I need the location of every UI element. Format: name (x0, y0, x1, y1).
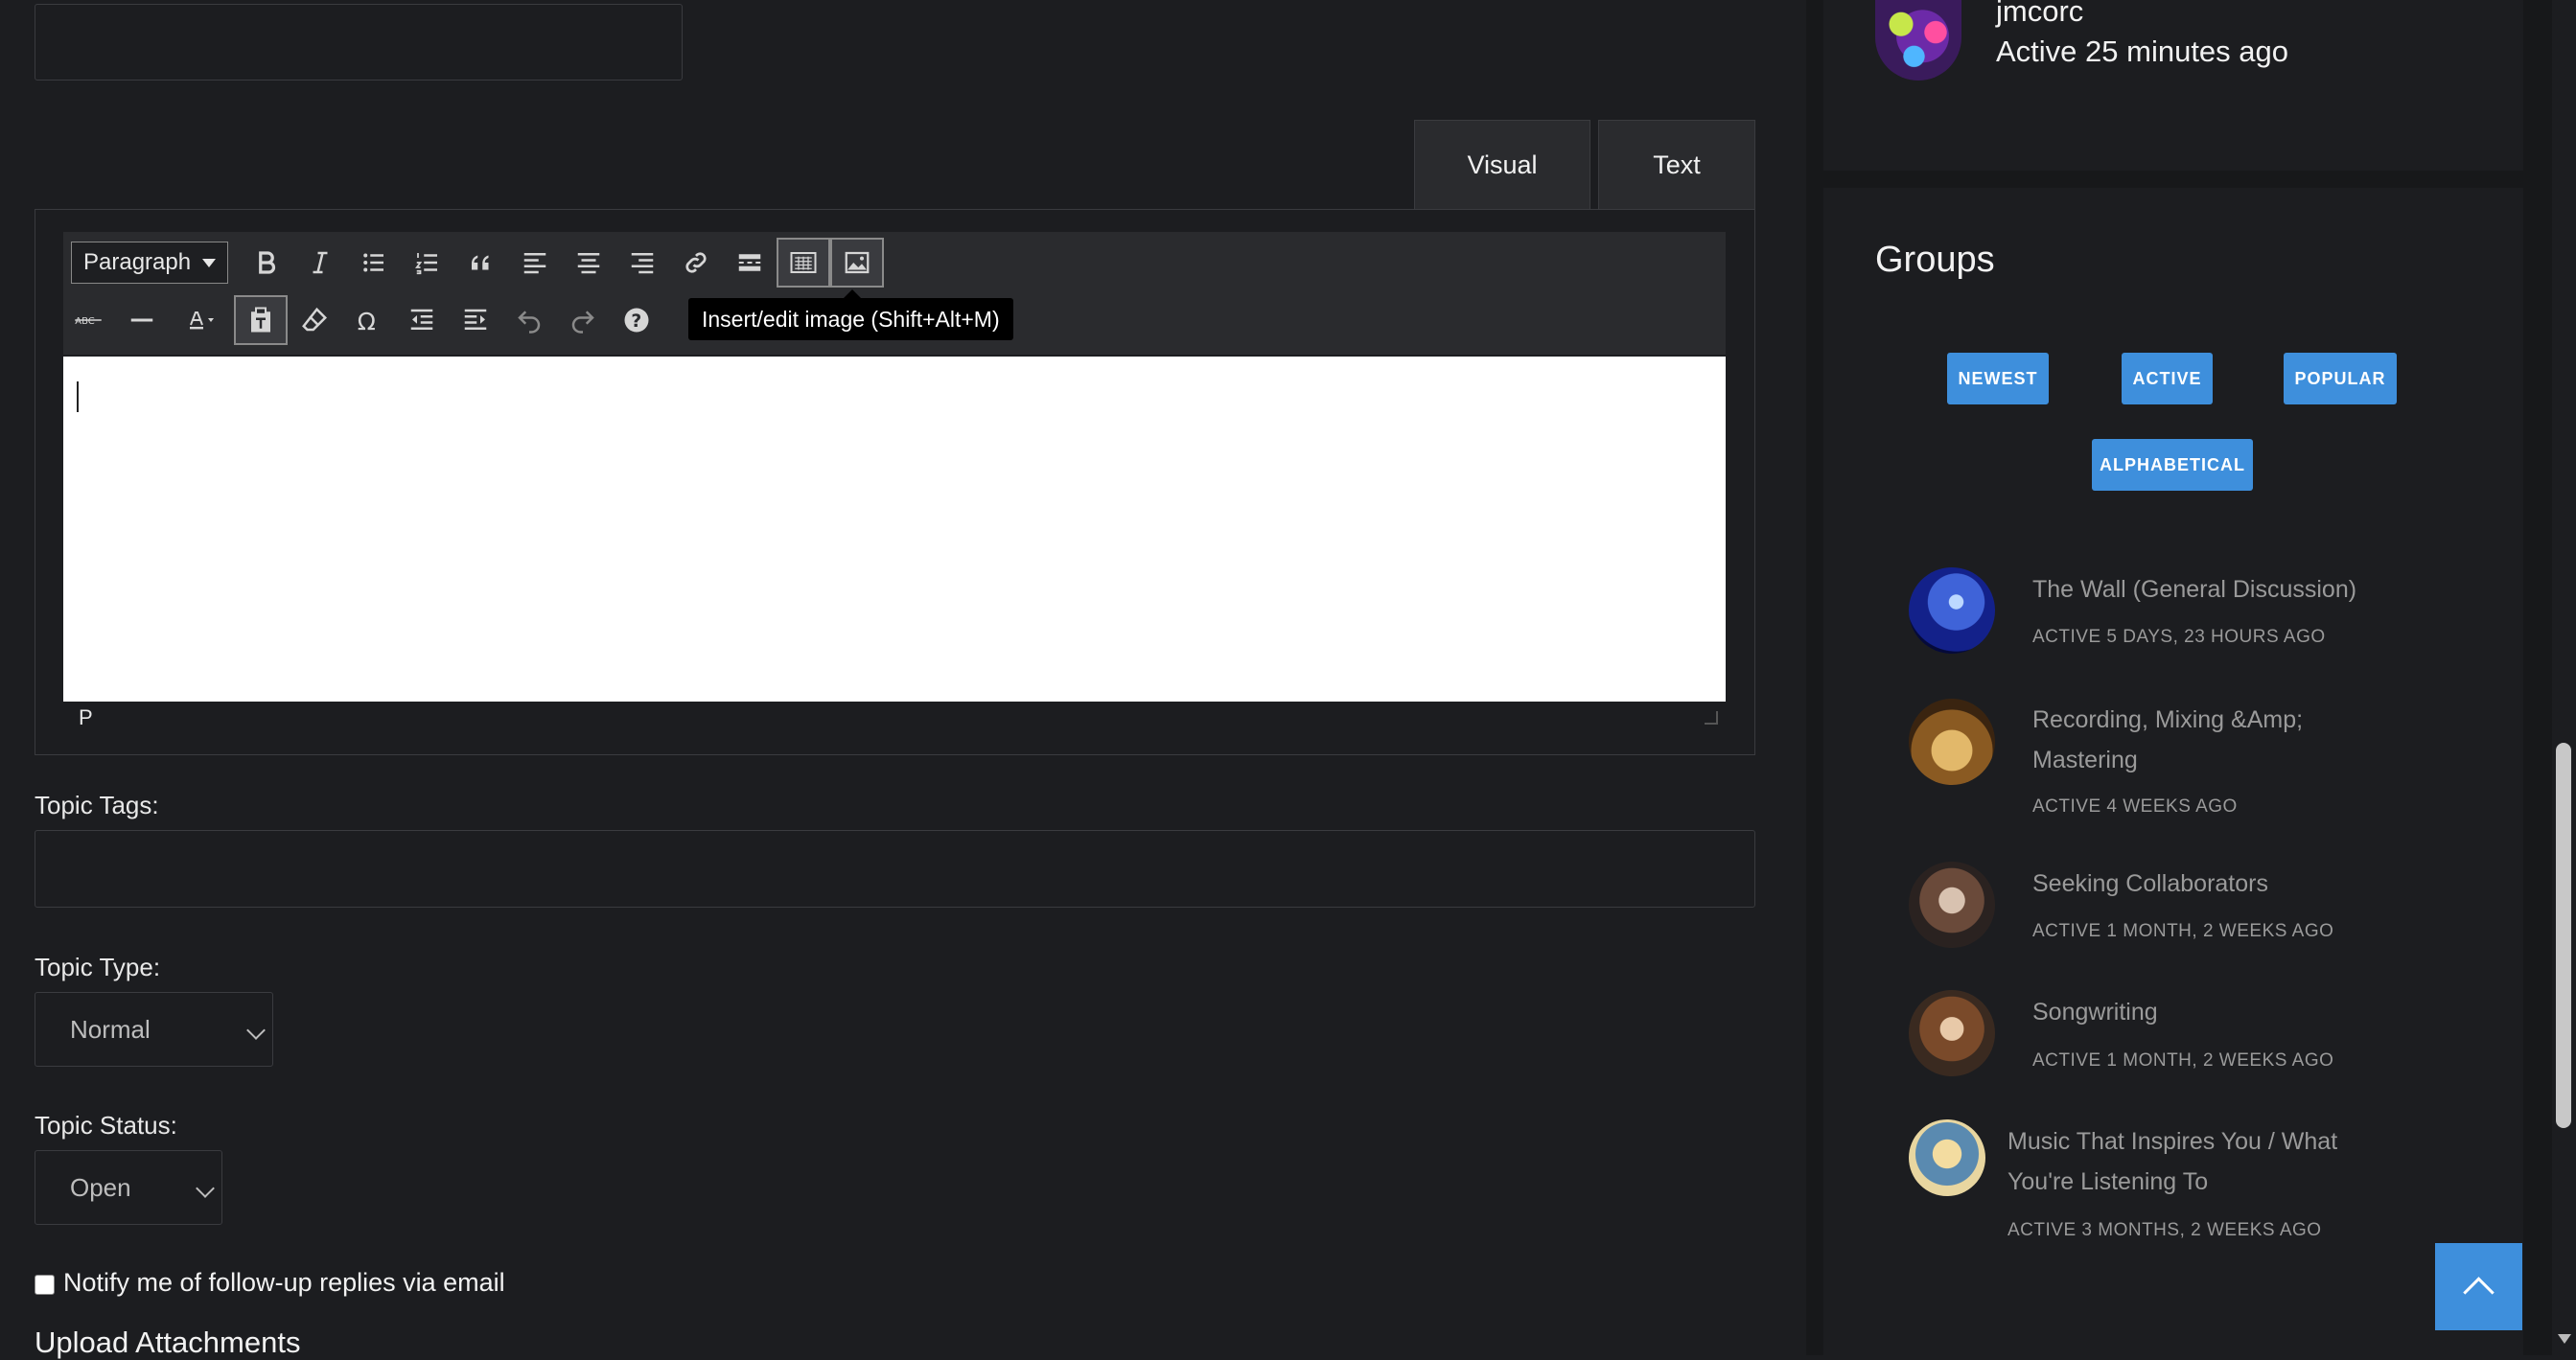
resize-handle-icon[interactable] (1705, 711, 1718, 725)
help-icon[interactable]: ? (612, 297, 661, 343)
scroll-down-arrow-icon[interactable] (2558, 1334, 2571, 1344)
blockquote-icon[interactable] (456, 240, 506, 286)
svg-text:ABC: ABC (75, 316, 95, 327)
group-activity: ACTIVE 3 MONTHS, 2 WEEKS AGO (2007, 1220, 2322, 1240)
user-active-status: Active 25 minutes ago (1996, 35, 2289, 68)
strikethrough-icon[interactable]: ABC (63, 297, 113, 343)
topic-status-value: Open (70, 1172, 131, 1202)
group-name[interactable]: Songwriting (2032, 992, 2158, 1032)
svg-text:Ω: Ω (358, 308, 376, 334)
groups-title: Groups (1875, 240, 1995, 280)
align-right-icon[interactable] (617, 240, 667, 286)
horizontal-line-icon[interactable] (117, 297, 167, 343)
chevron-down-icon (196, 1179, 215, 1198)
svg-text:?: ? (631, 311, 641, 332)
group-avatar[interactable] (1909, 1119, 1985, 1196)
topic-tags-label: Topic Tags: (35, 791, 159, 819)
group-name[interactable]: Recording, Mixing &Amp; (2032, 700, 2303, 740)
indent-icon[interactable] (451, 297, 500, 343)
editor-path: P (79, 705, 93, 729)
group-activity: ACTIVE 5 DAYS, 23 HOURS AGO (2032, 627, 2326, 647)
align-left-icon[interactable] (510, 240, 560, 286)
topic-type-label: Topic Type: (35, 953, 161, 981)
topic-type-value: Normal (70, 1014, 151, 1044)
filter-active-button[interactable]: ACTIVE (2122, 353, 2213, 404)
bullet-list-icon[interactable] (349, 240, 399, 286)
group-activity: ACTIVE 1 MONTH, 2 WEEKS AGO (2032, 921, 2334, 941)
text-color-icon[interactable] (171, 297, 232, 343)
group-avatar[interactable] (1909, 862, 1995, 948)
chevron-up-icon (2463, 1277, 2495, 1308)
filter-popular-button[interactable]: POPULAR (2284, 353, 2397, 404)
clear-formatting-icon[interactable] (290, 297, 339, 343)
tab-text[interactable]: Text (1598, 120, 1755, 210)
read-more-icon[interactable] (725, 240, 775, 286)
outdent-icon[interactable] (397, 297, 447, 343)
chevron-down-icon (202, 259, 216, 267)
topic-tags-input[interactable] (35, 830, 1755, 908)
group-avatar[interactable] (1909, 567, 1995, 654)
group-name[interactable]: The Wall (General Discussion) (2032, 569, 2356, 610)
format-select-value: Paragraph (83, 249, 192, 275)
group-name-cont[interactable]: You're Listening To (2007, 1162, 2208, 1202)
toolbar-toggle-icon[interactable] (777, 238, 830, 288)
chevron-down-icon (246, 1021, 266, 1040)
filter-newest-button[interactable]: NEWEST (1947, 353, 2049, 404)
scrollbar-thumb[interactable] (2556, 743, 2571, 1128)
group-name-cont[interactable]: Mastering (2032, 740, 2138, 780)
notify-checkbox[interactable] (35, 1275, 55, 1295)
group-name[interactable]: Seeking Collaborators (2032, 864, 2268, 904)
link-icon[interactable] (671, 240, 721, 286)
group-avatar[interactable] (1909, 990, 1995, 1076)
italic-icon[interactable] (295, 240, 345, 286)
scrollbar[interactable] (2552, 0, 2576, 1355)
image-icon[interactable] (830, 238, 884, 288)
filter-alphabetical-button[interactable]: ALPHABETICAL (2092, 439, 2253, 491)
topic-status-label: Topic Status: (35, 1111, 177, 1140)
undo-icon[interactable] (504, 297, 554, 343)
topic-status-select[interactable]: Open (35, 1150, 222, 1225)
editor-content-area[interactable] (63, 357, 1726, 702)
scroll-to-top-button[interactable] (2435, 1243, 2522, 1330)
topic-type-select[interactable]: Normal (35, 992, 273, 1067)
notify-label: Notify me of follow-up replies via email (63, 1268, 505, 1297)
tooltip: Insert/edit image (Shift+Alt+M) (688, 289, 1013, 340)
group-activity: ACTIVE 4 WEEKS AGO (2032, 796, 2238, 817)
tab-visual[interactable]: Visual (1414, 120, 1590, 210)
group-name[interactable]: Music That Inspires You / What (2007, 1121, 2337, 1162)
user-name[interactable]: jmcorc (1996, 0, 2083, 29)
redo-icon[interactable] (558, 297, 608, 343)
group-activity: ACTIVE 1 MONTH, 2 WEEKS AGO (2032, 1050, 2334, 1071)
title-input[interactable] (35, 4, 683, 81)
paste-text-icon[interactable] (234, 295, 288, 345)
format-select[interactable]: Paragraph (71, 242, 228, 284)
group-avatar[interactable] (1909, 699, 1995, 785)
special-character-icon[interactable]: Ω (343, 297, 393, 343)
text-cursor (77, 381, 79, 412)
numbered-list-icon[interactable] (403, 240, 453, 286)
align-center-icon[interactable] (564, 240, 614, 286)
bold-icon[interactable] (242, 240, 291, 286)
